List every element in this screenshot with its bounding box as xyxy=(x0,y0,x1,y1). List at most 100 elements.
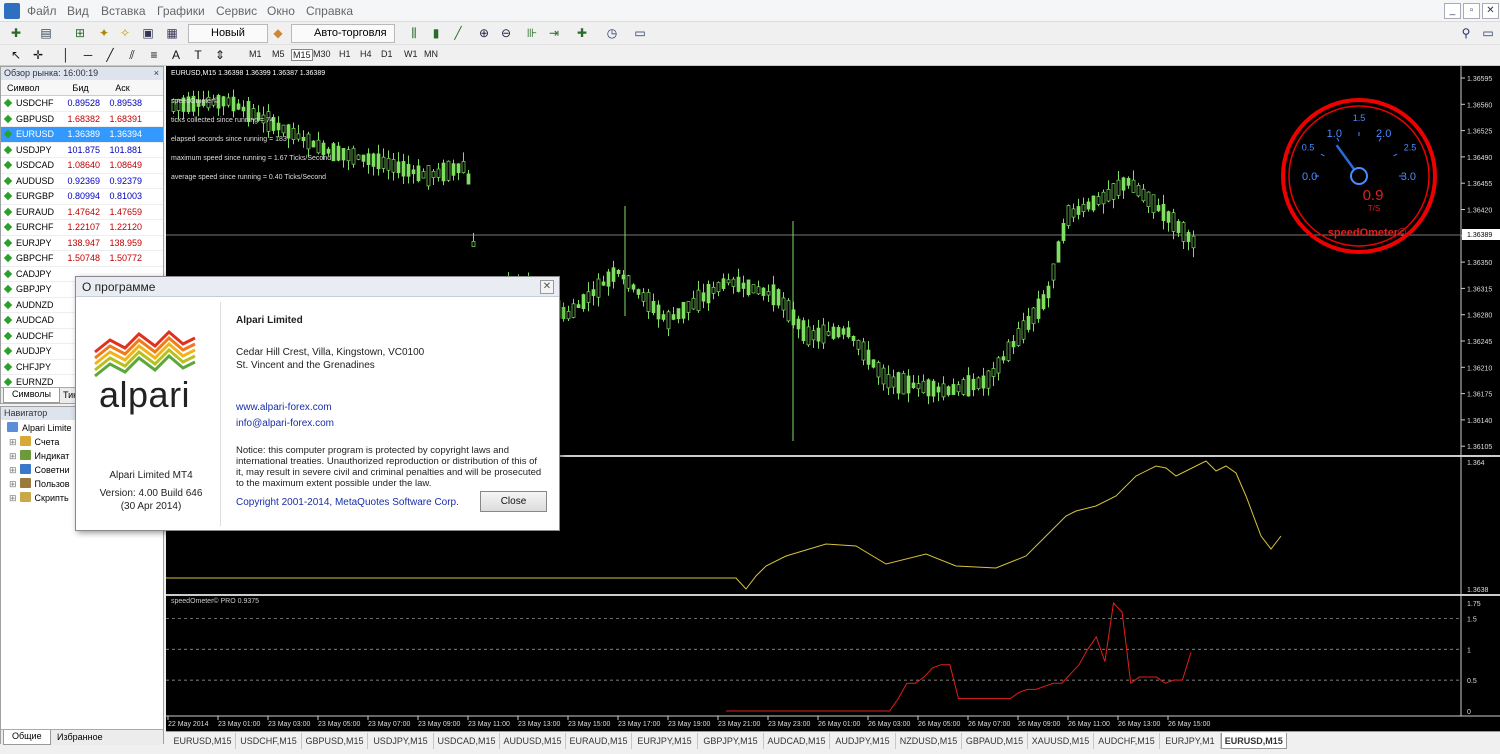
tf-h4[interactable]: H4 xyxy=(360,49,372,59)
candle-body xyxy=(1131,179,1136,193)
text-icon[interactable]: A xyxy=(168,47,184,63)
menu-help[interactable]: Справка xyxy=(306,4,353,18)
zoom-out-icon[interactable]: ⊖ xyxy=(498,25,514,41)
market-row-usdchf[interactable]: USDCHF 0.89528 0.89538 xyxy=(1,96,163,112)
chart-tab[interactable]: USDJPY,M15 xyxy=(368,733,434,749)
osd-max-speed: maximum speed since running = 1.67 Ticks… xyxy=(171,155,332,162)
bar-chart-icon[interactable]: ⫼ xyxy=(406,25,422,41)
tf-mn[interactable]: MN xyxy=(424,49,438,59)
chart-tab[interactable]: GBPUSD,M15 xyxy=(302,733,368,749)
tf-m30[interactable]: M30 xyxy=(313,49,331,59)
periods-icon[interactable]: ◷ xyxy=(604,25,620,41)
market-row-gbpusd[interactable]: GBPUSD 1.68382 1.68391 xyxy=(1,112,163,127)
zoom-in-icon[interactable]: ⊕ xyxy=(476,25,492,41)
nav-item-custom[interactable]: ⊞ Пользов xyxy=(9,478,70,491)
chart-tab[interactable]: USDCHF,M15 xyxy=(236,733,302,749)
market-row-eurgbp[interactable]: EURGBP 0.80994 0.81003 xyxy=(1,189,163,205)
market-row-eurchf[interactable]: EURCHF 1.22107 1.22120 xyxy=(1,220,163,236)
experts-icon[interactable]: ◆ xyxy=(270,25,286,41)
menu-insert[interactable]: Вставка xyxy=(101,4,146,18)
autoscroll-icon[interactable]: ⇥ xyxy=(546,25,562,41)
close-icon[interactable]: ✕ xyxy=(540,280,554,294)
chart-tab[interactable]: AUDCAD,M15 xyxy=(764,733,830,749)
crosshair-icon[interactable]: ✛ xyxy=(30,47,46,63)
chart-tab[interactable]: GBPAUD,M15 xyxy=(962,733,1028,749)
market-row-eurusd[interactable]: EURUSD 1.36389 1.36394 xyxy=(1,127,163,143)
close-button[interactable]: Close xyxy=(480,491,547,512)
menu-tools[interactable]: Сервис xyxy=(216,4,257,18)
nav-item-accounts[interactable]: ⊞ Счета xyxy=(9,436,59,449)
menu-view[interactable]: Вид xyxy=(67,4,89,18)
chart-tab[interactable]: GBPJPY,M15 xyxy=(698,733,764,749)
close-panel-icon[interactable]: × xyxy=(154,67,159,80)
search-icon[interactable]: ⚲ xyxy=(1458,25,1474,41)
restore-icon[interactable]: ▫ xyxy=(1463,3,1480,19)
indicators-icon[interactable]: ✚ xyxy=(574,25,590,41)
chart-tab[interactable]: EURAUD,M15 xyxy=(566,733,632,749)
nav-item-indicators[interactable]: ⊞ Индикат xyxy=(9,450,69,463)
menu-charts[interactable]: Графики xyxy=(157,4,205,18)
chart-tab[interactable]: AUDJPY,M15 xyxy=(830,733,896,749)
horizontal-line-icon[interactable]: ─ xyxy=(80,47,96,63)
chart-tab[interactable]: USDCAD,M15 xyxy=(434,733,500,749)
vertical-line-icon[interactable]: │ xyxy=(58,47,74,63)
menu-file[interactable]: Файл xyxy=(27,4,57,18)
label-icon[interactable]: T xyxy=(190,47,206,63)
channel-icon[interactable]: ⫽ xyxy=(124,47,140,63)
website-link[interactable]: www.alpari-forex.com xyxy=(236,402,332,413)
profiles-icon[interactable]: ▤ xyxy=(38,25,54,41)
auto-trading-button[interactable]: Авто-торговля xyxy=(291,24,395,43)
col-bid[interactable]: Бид xyxy=(61,80,103,95)
chart-tab[interactable]: EURJPY,M1 xyxy=(1160,733,1221,749)
tab-general[interactable]: Общие xyxy=(3,730,51,745)
terminal-icon[interactable]: ▣ xyxy=(140,25,156,41)
new-order-button[interactable]: Новый Ордер xyxy=(188,24,268,56)
chart-tab[interactable]: NZDUSD,M15 xyxy=(896,733,962,749)
tf-m1[interactable]: M1 xyxy=(249,49,262,59)
chart-tab[interactable]: EURUSD,M15 xyxy=(170,733,236,749)
chart-tab[interactable]: EURJPY,M15 xyxy=(632,733,698,749)
menu-window[interactable]: Окно xyxy=(267,4,295,18)
fibo-icon[interactable]: ≡ xyxy=(146,47,162,63)
tile-icon[interactable]: ⊪ xyxy=(524,25,540,41)
minimize-icon[interactable]: _ xyxy=(1444,3,1461,19)
copyright-link[interactable]: Copyright 2001-2014, MetaQuotes Software… xyxy=(236,497,459,508)
market-row-usdcad[interactable]: USDCAD 1.08640 1.08649 xyxy=(1,158,163,174)
candles-icon[interactable]: ▮ xyxy=(428,25,444,41)
tester-icon[interactable]: ▦ xyxy=(164,25,180,41)
close-window-icon[interactable]: ✕ xyxy=(1482,3,1499,19)
tf-h1[interactable]: H1 xyxy=(339,49,351,59)
navigator-icon[interactable]: ✧ xyxy=(117,25,133,41)
cursor-icon[interactable]: ↖ xyxy=(8,47,24,63)
chart-tab[interactable]: AUDCHF,M15 xyxy=(1094,733,1160,749)
trendline-icon[interactable]: ╱ xyxy=(102,47,118,63)
arrows-icon[interactable]: ⇕ xyxy=(212,47,228,63)
chart-tab[interactable]: XAUUSD,M15 xyxy=(1028,733,1094,749)
col-symbol[interactable]: Символ xyxy=(1,80,61,95)
tf-d1[interactable]: D1 xyxy=(381,49,393,59)
market-row-usdjpy[interactable]: USDJPY 101.875 101.881 xyxy=(1,143,163,158)
nav-item-broker[interactable]: Alpari Limite xyxy=(7,422,72,435)
market-row-eurjpy[interactable]: EURJPY 138.947 138.959 xyxy=(1,236,163,251)
chart-tab[interactable]: AUDUSD,M15 xyxy=(500,733,566,749)
market-row-audusd[interactable]: AUDUSD 0.92369 0.92379 xyxy=(1,174,163,189)
nav-item-experts[interactable]: ⊞ Советни xyxy=(9,464,70,477)
new-chart-icon[interactable]: ✚ xyxy=(8,25,24,41)
chat-icon[interactable]: ▭ xyxy=(1480,25,1496,41)
market-watch-icon[interactable]: ⊞ xyxy=(72,25,88,41)
data-window-icon[interactable]: ✦ xyxy=(96,25,112,41)
tf-m15[interactable]: M15 xyxy=(291,49,313,61)
email-link[interactable]: info@alpari-forex.com xyxy=(236,418,334,429)
tf-w1[interactable]: W1 xyxy=(404,49,418,59)
chart-tab[interactable]: EURUSD,M15 xyxy=(1220,733,1287,749)
tab-symbols[interactable]: Символы xyxy=(3,388,60,403)
market-row-gbpchf[interactable]: GBPCHF 1.50748 1.50772 xyxy=(1,251,163,267)
line-chart-icon[interactable]: ╱ xyxy=(450,25,466,41)
tf-m5[interactable]: M5 xyxy=(272,49,285,59)
market-row-euraud[interactable]: EURAUD 1.47642 1.47659 xyxy=(1,205,163,220)
tab-favorites[interactable]: Избранное xyxy=(55,731,105,743)
nav-item-scripts[interactable]: ⊞ Скрипть xyxy=(9,492,69,505)
col-ask[interactable]: Аск xyxy=(103,80,145,95)
templates-icon[interactable]: ▭ xyxy=(632,25,648,41)
candle-body xyxy=(701,292,706,302)
